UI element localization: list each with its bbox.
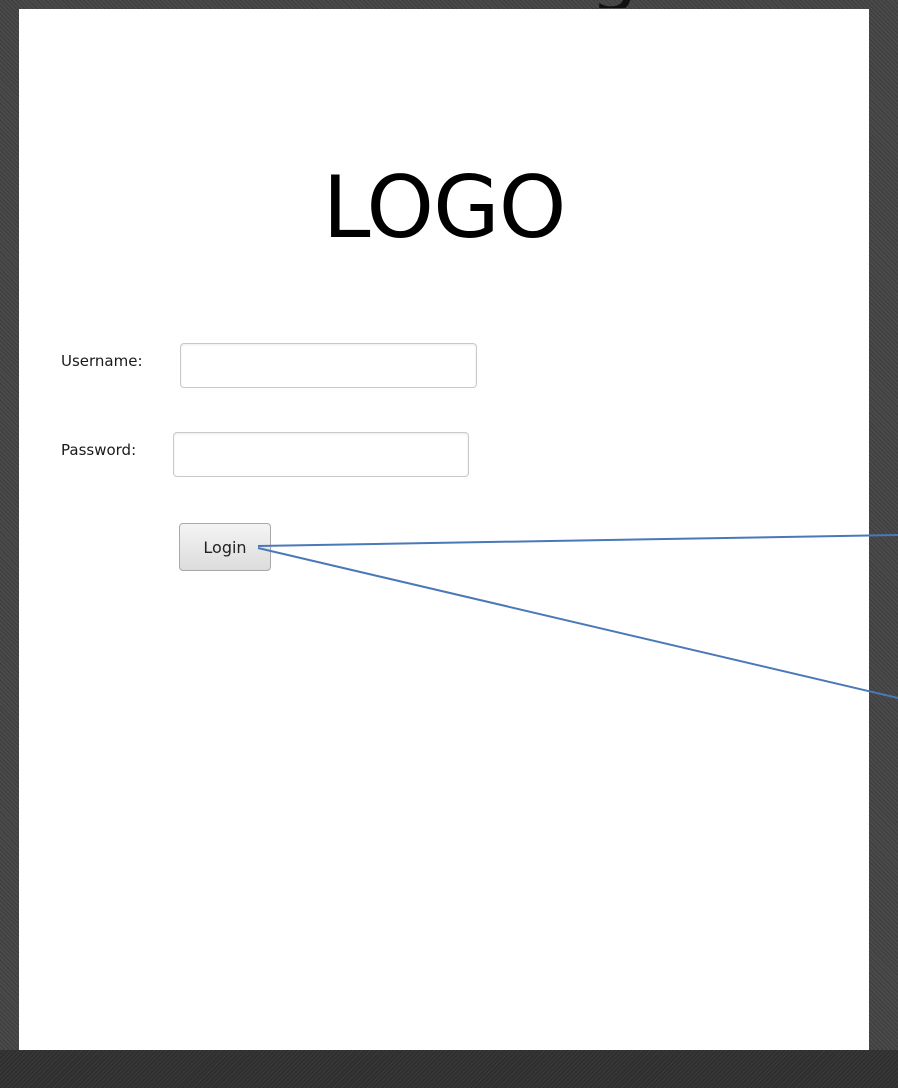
- username-field[interactable]: [180, 343, 477, 388]
- password-label: Password:: [61, 441, 137, 459]
- login-button[interactable]: Login: [179, 523, 271, 571]
- logo: LOGO: [322, 158, 567, 258]
- login-window: LOGO Username: Password: Login: [19, 9, 869, 1050]
- username-label: Username:: [61, 352, 143, 370]
- bottom-strip: [0, 1050, 898, 1088]
- heading-fragment: g: [590, 0, 670, 8]
- password-field[interactable]: [173, 432, 469, 477]
